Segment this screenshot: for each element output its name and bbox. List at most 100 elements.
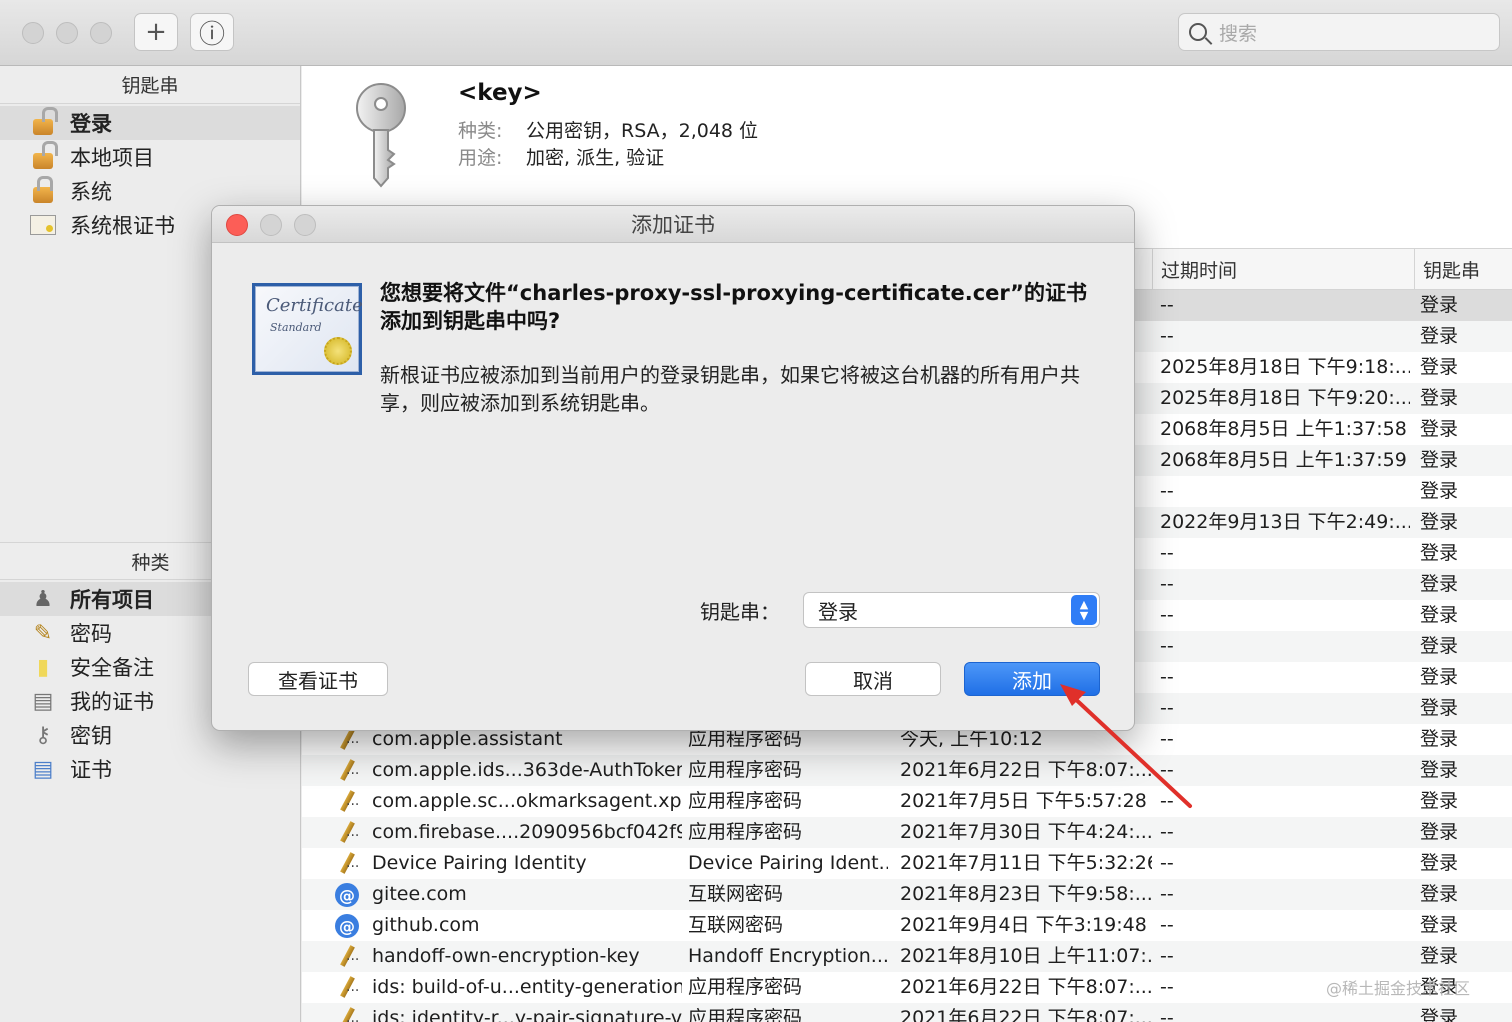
usage-label: 用途: — [458, 147, 503, 169]
kind-value: 公用密钥，RSA，2,048 位 — [526, 120, 759, 142]
cell-expires: -- — [1160, 821, 1174, 843]
usage-row: 用途: 加密, 派生, 验证 — [458, 143, 664, 170]
cell-name: github.com — [372, 914, 480, 936]
table-row[interactable]: com.firebase....2090956bcf042f9 应用程序密码 202… — [302, 817, 1512, 848]
table-row[interactable]: handoff-own-encryption-key Handoff Encryp… — [302, 941, 1512, 972]
table-row[interactable]: com.apple.ids...363de-AuthToken 应用程序密码 202… — [302, 755, 1512, 786]
get-info-button[interactable]: ⓘ — [190, 13, 234, 51]
cell-keychain: 登录 — [1420, 945, 1459, 967]
sidebar-keychain-item[interactable]: 系统 — [0, 174, 300, 208]
cell-expires: -- — [1160, 883, 1174, 905]
seal-icon — [324, 337, 352, 365]
table-row[interactable]: com.apple.sc...okmarksagent.xpc 应用程序密码 202… — [302, 786, 1512, 817]
keychain-column-header[interactable]: 钥匙串 — [1414, 249, 1512, 289]
table-row[interactable]: @ gitee.com 互联网密码 2021年8月23日 下午9:58:... -- 登录 — [302, 879, 1512, 910]
expires-column-header[interactable]: 过期时间 — [1152, 249, 1414, 289]
cell-kind: 互联网密码 — [688, 914, 784, 936]
cell-expires: -- — [1160, 480, 1174, 502]
cell-kind: 应用程序密码 — [688, 1007, 803, 1022]
cell-expires: -- — [1160, 635, 1174, 657]
cell-expires: -- — [1160, 1007, 1174, 1022]
cancel-button[interactable]: 取消 — [805, 662, 941, 696]
table-row[interactable]: ids: identity-r...y-pair-signature-v1 应用程… — [302, 1003, 1512, 1022]
cell-expires: -- — [1160, 573, 1174, 595]
dialog-zoom-button — [294, 214, 316, 236]
certificate-icon: Certificate Standard — [252, 283, 363, 375]
unlocked-lock-icon — [30, 107, 58, 136]
cell-keychain: 登录 — [1420, 542, 1459, 564]
cell-expires: -- — [1160, 697, 1174, 719]
cell-keychain: 登录 — [1420, 356, 1459, 378]
sidebar-item-label: 所有项目 — [70, 588, 154, 612]
zoom-window-button[interactable] — [90, 22, 112, 44]
cell-modified: 2021年8月10日 上午11:07:... — [900, 945, 1152, 967]
cell-modified: 2021年6月22日 下午8:07:... — [900, 1007, 1152, 1022]
sidebar-keychain-item[interactable]: 本地项目 — [0, 140, 300, 174]
dialog-message: 新根证书应被添加到当前用户的登录钥匙串，如果它将被这台机器的所有用户共享，则应被… — [380, 363, 1080, 415]
cert-art-title: Certificate — [266, 295, 363, 316]
kind-label: 种类: — [458, 120, 503, 142]
search-icon — [1189, 23, 1207, 41]
cell-expires: -- — [1160, 325, 1174, 347]
key-icon: ⚷ — [34, 722, 52, 748]
sidebar-keychain-item[interactable]: 登录 — [0, 106, 300, 140]
toolbar: + ⓘ 搜索 — [0, 0, 1512, 66]
cell-expires: 2068年8月5日 上午1:37:58 — [1160, 418, 1407, 440]
table-row[interactable]: @ github.com 互联网密码 2021年9月4日 下午3:19:48 -- 登录 — [302, 910, 1512, 941]
cell-expires: -- — [1160, 604, 1174, 626]
cell-expires: -- — [1160, 852, 1174, 874]
keychain-select-value: 登录 — [818, 599, 858, 624]
cell-keychain: 登录 — [1420, 604, 1459, 626]
cell-modified: 2021年7月30日 下午4:24:... — [900, 821, 1152, 843]
cell-keychain: 登录 — [1420, 387, 1459, 409]
cell-keychain: 登录 — [1420, 449, 1459, 471]
internet-password-icon: @ — [334, 882, 360, 908]
cell-expires: -- — [1160, 294, 1174, 316]
keychain-select-label: 钥匙串： — [700, 600, 780, 624]
cell-expires: -- — [1160, 728, 1174, 750]
cell-name: ids: identity-r...y-pair-signature-v1 — [372, 1007, 682, 1022]
cell-keychain: 登录 — [1420, 480, 1459, 502]
certificate-folder-icon — [30, 212, 56, 238]
cell-name: gitee.com — [372, 883, 467, 905]
sidebar-category-item[interactable]: ▤ 证书 — [0, 752, 301, 786]
pencil-icon — [334, 1006, 360, 1022]
close-window-button[interactable] — [22, 22, 44, 44]
cell-keychain: 登录 — [1420, 325, 1459, 347]
search-field[interactable]: 搜索 — [1178, 13, 1500, 51]
dialog-minimize-button — [260, 214, 282, 236]
cell-keychain: 登录 — [1420, 790, 1459, 812]
cell-name: handoff-own-encryption-key — [372, 945, 640, 967]
cell-expires: 2022年9月13日 下午2:49:... — [1160, 511, 1410, 533]
add-button[interactable]: 添加 — [964, 662, 1100, 696]
cell-expires: -- — [1160, 542, 1174, 564]
table-row[interactable]: Device Pairing Identity Device Pairing Id… — [302, 848, 1512, 879]
cell-keychain: 登录 — [1420, 294, 1459, 316]
search-placeholder: 搜索 — [1219, 22, 1258, 45]
usage-value: 加密, 派生, 验证 — [526, 147, 665, 169]
pencil-icon — [334, 851, 360, 877]
cell-expires: -- — [1160, 945, 1174, 967]
cell-expires: -- — [1160, 790, 1174, 812]
view-certificate-button[interactable]: 查看证书 — [248, 662, 388, 696]
cell-keychain: 登录 — [1420, 759, 1459, 781]
cell-expires: 2068年8月5日 上午1:37:59 — [1160, 449, 1407, 471]
cell-modified: 2021年6月22日 下午8:07:... — [900, 759, 1152, 781]
pencil-icon — [334, 758, 360, 784]
keychain-select[interactable]: 登录 ▲ ▼ — [803, 592, 1100, 628]
internet-password-icon: @ — [334, 913, 360, 939]
cell-keychain: 登录 — [1420, 666, 1459, 688]
cell-modified: 2021年9月4日 下午3:19:48 — [900, 914, 1147, 936]
pencil-icon — [334, 789, 360, 815]
pencil-icon: ✎ — [33, 620, 53, 646]
sidebar-item-label: 我的证书 — [70, 690, 154, 714]
cell-keychain: 登录 — [1420, 418, 1459, 440]
dialog-title: 添加证书 — [631, 213, 715, 237]
dialog-close-button[interactable] — [226, 214, 248, 236]
add-item-button[interactable]: + — [134, 13, 178, 51]
minimize-window-button[interactable] — [56, 22, 78, 44]
keychains-header: 钥匙串 — [0, 66, 300, 104]
cell-keychain: 登录 — [1420, 635, 1459, 657]
note-icon: ▮ — [36, 654, 50, 680]
kind-row: 种类: 公用密钥，RSA，2,048 位 — [458, 116, 758, 143]
